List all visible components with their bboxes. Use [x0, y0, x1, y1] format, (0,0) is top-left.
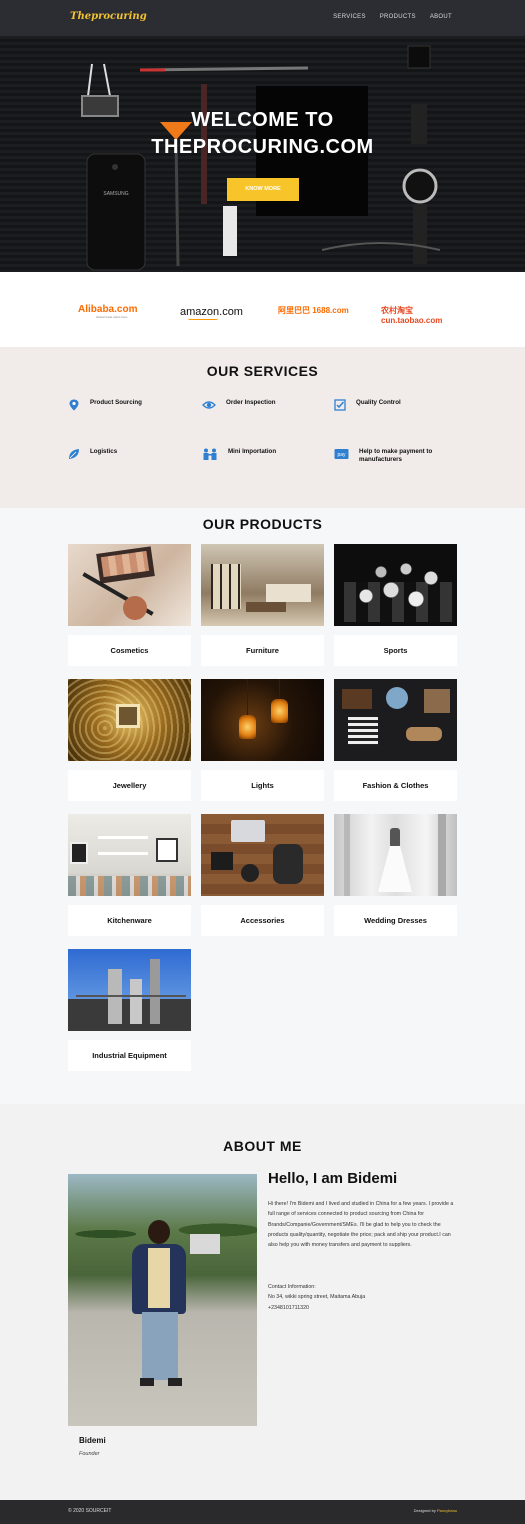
- service-label: Product Sourcing: [90, 399, 142, 406]
- credit-link[interactable]: Pancybeau: [437, 1508, 457, 1513]
- svg-text:pay: pay: [337, 452, 346, 458]
- service-mini-importation[interactable]: Mini Importation: [202, 448, 276, 460]
- founder-role: Founder: [79, 1451, 100, 1457]
- product-label: Sports: [334, 635, 457, 666]
- nav-links: SERVICES PRODUCTS ABOUT: [333, 14, 452, 20]
- wedding-dresses-image: [334, 814, 457, 896]
- service-label: Quality Control: [356, 399, 401, 406]
- product-card-cosmetics[interactable]: Cosmetics: [68, 544, 191, 666]
- product-card-accessories[interactable]: Accessories: [201, 814, 324, 936]
- alibaba-logo-text: Alibaba.com: [78, 304, 138, 315]
- about-heading: Hello, I am Bidemi: [268, 1170, 398, 1187]
- leaf-icon: [69, 449, 79, 459]
- hero-banner: SAMSUNG WELCOME TO THEPROCURING.COM KNOW…: [0, 36, 525, 272]
- taobao-logo-text: 农村淘宝 cun.taobao.com: [381, 306, 443, 325]
- product-card-fashion[interactable]: Fashion & Clothes: [334, 679, 457, 801]
- founder-photo: [68, 1174, 257, 1426]
- 1688-logo-text: 阿里巴巴 1688.com: [278, 306, 349, 315]
- about-bio: Hi there! I'm Bidemi and I lived and stu…: [268, 1201, 454, 1249]
- product-card-furniture[interactable]: Furniture: [201, 544, 324, 666]
- product-card-industrial-equipment[interactable]: Industrial Equipment: [68, 949, 191, 1071]
- product-card-jewellery[interactable]: Jewellery: [68, 679, 191, 801]
- contact-heading: Contact Information:: [268, 1284, 316, 1290]
- fashion-image: [334, 679, 457, 761]
- copyright-text: © 2020 SOURCEIT: [68, 1508, 112, 1514]
- product-label: Kitchenware: [68, 905, 191, 936]
- service-quality-control[interactable]: Quality Control: [334, 399, 401, 411]
- hero-title-line2: THEPROCURING.COM: [151, 136, 374, 158]
- partner-logos: Alibaba.com Global trade starts here. am…: [0, 272, 525, 347]
- product-label: Jewellery: [68, 770, 191, 801]
- nav-link-products[interactable]: PRODUCTS: [380, 14, 416, 20]
- service-label: Help to make payment to manufacturers: [359, 448, 433, 463]
- service-payment-help[interactable]: pay Help to make payment to manufacturer…: [334, 448, 464, 464]
- amazon-logo-text: amazon.com: [180, 306, 243, 318]
- top-navbar: Theprocuring SERVICES PRODUCTS ABOUT: [0, 0, 525, 36]
- products-title: OUR PRODUCTS: [202, 516, 323, 532]
- footer: © 2020 SOURCEIT Designed by Pancybeau: [0, 1500, 525, 1524]
- product-label: Cosmetics: [68, 635, 191, 666]
- service-label: Mini Importation: [228, 448, 277, 455]
- jewellery-image: [68, 679, 191, 761]
- eye-icon: [202, 401, 216, 409]
- services-title: OUR SERVICES: [206, 363, 319, 379]
- about-section: ABOUT ME Bidemi Founder Hello, I am Bide…: [0, 1104, 525, 1500]
- accessories-image: [201, 814, 324, 896]
- product-card-kitchenware[interactable]: Kitchenware: [68, 814, 191, 936]
- services-section: OUR SERVICES Product Sourcing Order Insp…: [0, 347, 525, 508]
- alibaba-tagline: Global trade starts here.: [96, 315, 129, 319]
- founder-name: Bidemi: [79, 1436, 106, 1445]
- service-logistics[interactable]: Logistics: [68, 448, 117, 460]
- hero-title-line1: WELCOME TO: [191, 109, 334, 131]
- service-label: Logistics: [90, 448, 118, 455]
- phone-brand-label: SAMSUNG: [103, 191, 128, 197]
- pay-icon: pay: [334, 449, 349, 459]
- designer-credit: Designed by Pancybeau: [414, 1508, 457, 1513]
- product-label: Fashion & Clothes: [334, 770, 457, 801]
- service-label: Order Inspection: [226, 399, 276, 406]
- kitchenware-image: [68, 814, 191, 896]
- about-title: ABOUT ME: [223, 1138, 302, 1154]
- brand-logo[interactable]: Theprocuring: [70, 11, 147, 22]
- nav-link-about[interactable]: ABOUT: [430, 14, 452, 20]
- product-card-sports[interactable]: Sports: [334, 544, 457, 666]
- amazon-smile-shape: [188, 318, 218, 320]
- amazon-logo[interactable]: amazon.com: [180, 306, 243, 320]
- service-product-sourcing[interactable]: Product Sourcing: [68, 399, 142, 411]
- hero-title: WELCOME TO THEPROCURING.COM: [0, 107, 525, 161]
- contact-address: No 34, wikki spring street, Maitama Abuj…: [268, 1294, 366, 1301]
- product-label: Furniture: [201, 635, 324, 666]
- cosmetics-image: [68, 544, 191, 626]
- product-label: Accessories: [201, 905, 324, 936]
- taobao-logo[interactable]: 农村淘宝 cun.taobao.com: [381, 305, 445, 325]
- know-more-button[interactable]: KNOW MORE: [227, 178, 299, 201]
- product-label: Lights: [201, 770, 324, 801]
- sports-image: [334, 544, 457, 626]
- product-card-lights[interactable]: Lights: [201, 679, 324, 801]
- lights-image: [201, 679, 324, 761]
- people-icon: [203, 448, 217, 460]
- nav-link-services[interactable]: SERVICES: [333, 14, 366, 20]
- 1688-logo[interactable]: 阿里巴巴 1688.com: [278, 305, 349, 316]
- contact-phone[interactable]: +2348101711320: [268, 1303, 365, 1313]
- products-section: OUR PRODUCTS Cosmetics Furniture Sports: [0, 508, 525, 1104]
- product-label: Industrial Equipment: [68, 1040, 191, 1071]
- furniture-image: [201, 544, 324, 626]
- alibaba-logo[interactable]: Alibaba.com Global trade starts here.: [78, 304, 137, 319]
- checkbox-icon: [334, 399, 346, 411]
- service-order-inspection[interactable]: Order Inspection: [202, 399, 276, 411]
- product-card-wedding-dresses[interactable]: Wedding Dresses: [334, 814, 457, 936]
- map-pin-icon: [69, 399, 79, 411]
- contact-info: Contact Information: No 34, wikki spring…: [268, 1282, 365, 1313]
- credit-prefix: Designed by: [413, 1508, 437, 1513]
- industrial-equipment-image: [68, 949, 191, 1031]
- product-label: Wedding Dresses: [334, 905, 457, 936]
